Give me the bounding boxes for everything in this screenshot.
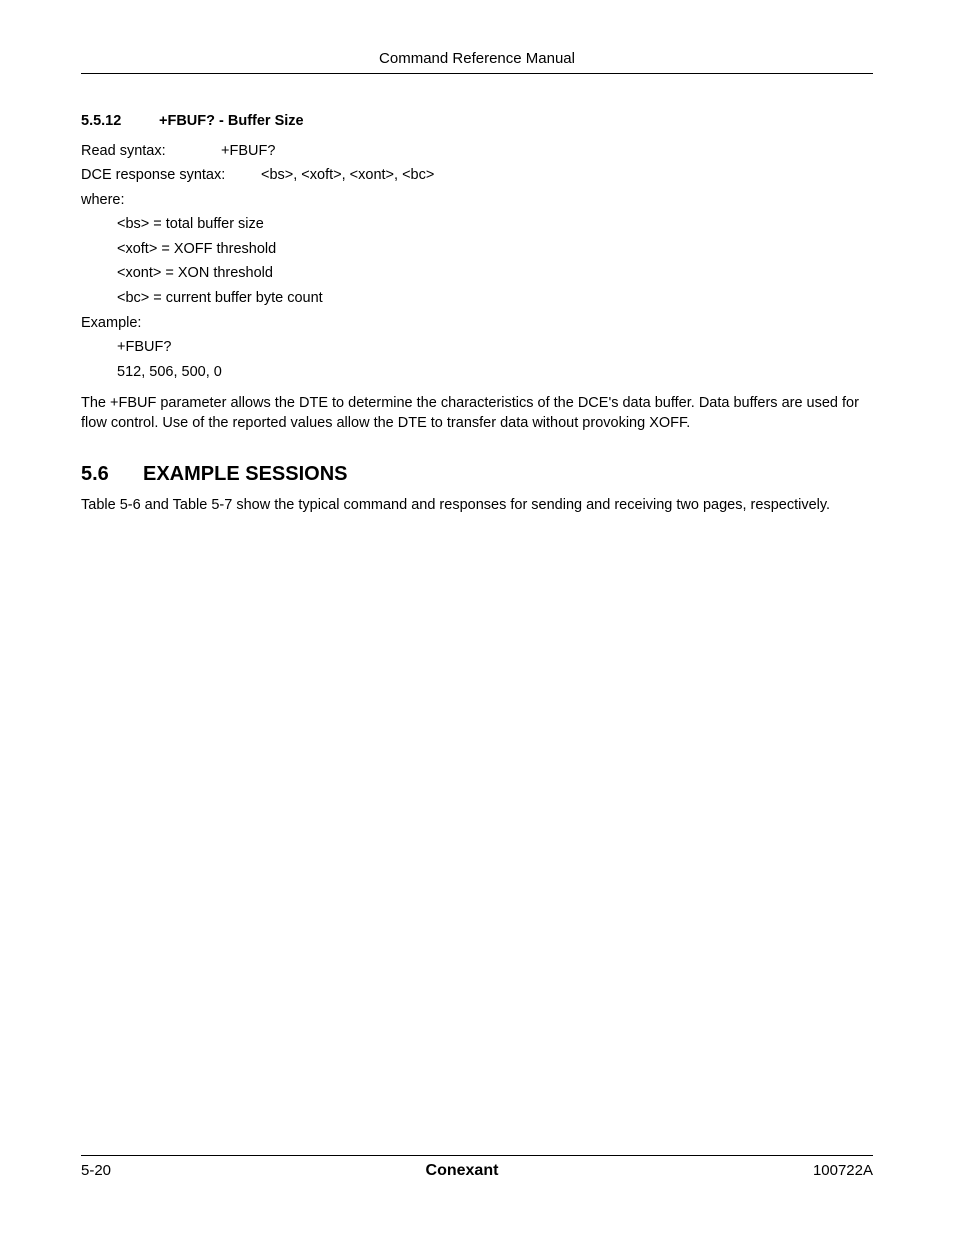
section-title: EXAMPLE SESSIONS bbox=[143, 463, 348, 485]
footer-rule bbox=[81, 1155, 873, 1156]
example-line: +FBUF? bbox=[81, 338, 873, 358]
definition-line: <bs> = total buffer size bbox=[81, 215, 873, 235]
section-number: 5.6 bbox=[81, 461, 143, 488]
subsection-title: +FBUF? - Buffer Size bbox=[159, 113, 304, 129]
subsection-number: 5.5.12 bbox=[81, 112, 159, 132]
subsection-paragraph: The +FBUF parameter allows the DTE to de… bbox=[81, 394, 873, 433]
where-label: where: bbox=[81, 191, 873, 211]
footer: 5-20 Conexant 100722A bbox=[81, 1155, 873, 1180]
footer-doc-id: 100722A bbox=[813, 1162, 873, 1179]
footer-brand: Conexant bbox=[426, 1162, 499, 1180]
example-label: Example: bbox=[81, 314, 873, 334]
content-area: 5.5.12+FBUF? - Buffer Size Read syntax:+… bbox=[81, 74, 873, 516]
definition-line: <xont> = XON threshold bbox=[81, 264, 873, 284]
definition-line: <bc> = current buffer byte count bbox=[81, 289, 873, 309]
section-heading: 5.6EXAMPLE SESSIONS bbox=[81, 461, 873, 488]
footer-page-number: 5-20 bbox=[81, 1162, 111, 1179]
dce-response-value: <bs>, <xoft>, <xont>, <bc> bbox=[261, 167, 434, 183]
read-syntax-label: Read syntax: bbox=[81, 142, 221, 162]
dce-response-label: DCE response syntax: bbox=[81, 166, 261, 186]
section-paragraph: Table 5-6 and Table 5-7 show the typical… bbox=[81, 496, 873, 516]
definition-line: <xoft> = XOFF threshold bbox=[81, 240, 873, 260]
dce-response-line: DCE response syntax:<bs>, <xoft>, <xont>… bbox=[81, 166, 873, 186]
read-syntax-line: Read syntax:+FBUF? bbox=[81, 142, 873, 162]
subsection-heading: 5.5.12+FBUF? - Buffer Size bbox=[81, 112, 873, 132]
header-title: Command Reference Manual bbox=[81, 50, 873, 73]
example-line: 512, 506, 500, 0 bbox=[81, 363, 873, 383]
page: Command Reference Manual 5.5.12+FBUF? - … bbox=[0, 0, 954, 1235]
read-syntax-value: +FBUF? bbox=[221, 143, 275, 159]
footer-row: 5-20 Conexant 100722A bbox=[81, 1162, 873, 1180]
